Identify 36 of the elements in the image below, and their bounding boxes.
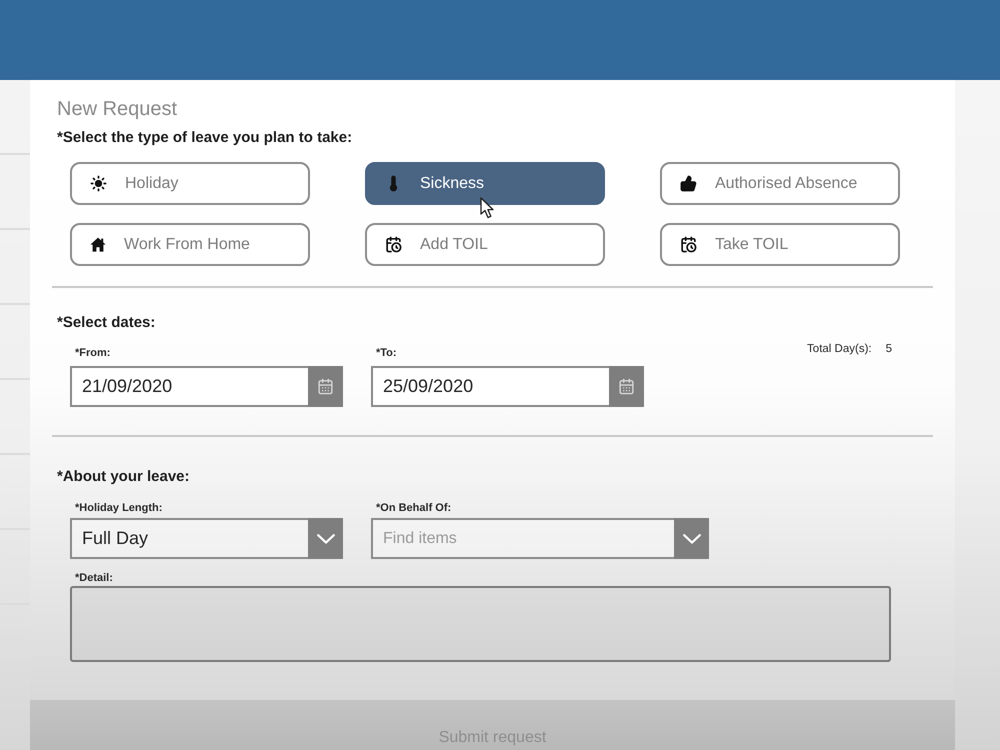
field-label: *Holiday Length:: [75, 501, 162, 515]
total-days-value: 5: [886, 342, 892, 356]
section-heading: *Select the type of leave you plan to take:: [57, 129, 352, 147]
mouse-pointer-icon: [480, 197, 495, 219]
page-title: New Request: [57, 97, 178, 121]
dropdown-button[interactable]: [308, 518, 343, 559]
leave-type-button[interactable]: Add TOIL: [365, 223, 605, 266]
leave-type-button[interactable]: Authorised Absence: [660, 162, 900, 205]
calendar-button[interactable]: [308, 366, 343, 407]
dropdown-button[interactable]: [674, 518, 709, 559]
chevron-down-icon: [682, 534, 700, 544]
calendar-clock-icon: [385, 236, 402, 253]
detail-textarea[interactable]: [70, 586, 891, 662]
dropdown-field[interactable]: Full Day: [70, 518, 308, 559]
section-heading: *About your leave:: [57, 468, 190, 486]
field-label: *On Behalf Of:: [376, 501, 452, 515]
search-dropdown-field[interactable]: Find items: [371, 518, 674, 559]
sun-icon: [90, 175, 107, 192]
total-days-label: Total Day(s):: [807, 342, 872, 356]
section-heading: *Select dates:: [57, 314, 156, 332]
thumbs-up-icon: [680, 175, 697, 192]
house-icon: [90, 237, 106, 252]
calendar-icon: [618, 378, 635, 395]
leave-type-button[interactable]: Take TOIL: [660, 223, 900, 266]
date-input[interactable]: 25/09/2020: [371, 366, 609, 407]
field-label: *From:: [75, 346, 110, 360]
field-label: *To:: [376, 346, 397, 360]
calendar-button[interactable]: [609, 366, 644, 407]
leave-type-button[interactable]: Work From Home: [70, 223, 310, 266]
leave-type-button[interactable]: Holiday: [70, 162, 310, 205]
calendar-icon: [317, 378, 334, 395]
date-input[interactable]: 21/09/2020: [70, 366, 308, 407]
leave-type-button[interactable]: Sickness: [365, 162, 605, 205]
field-label: *Detail:: [75, 571, 113, 585]
chevron-down-icon: [316, 534, 334, 544]
calendar-clock-icon: [680, 236, 697, 253]
